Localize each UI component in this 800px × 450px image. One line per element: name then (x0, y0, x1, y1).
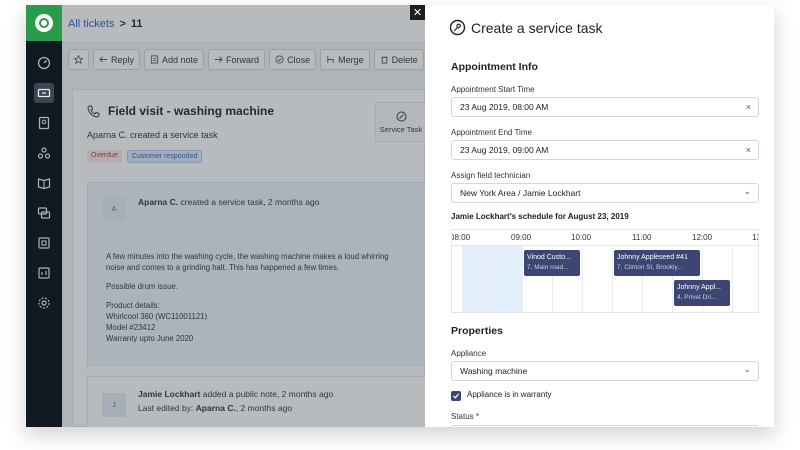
time-tick: 13 (752, 233, 758, 242)
checkmark-icon (453, 393, 459, 399)
schedule-title: Jamie Lockhart's schedule for August 23,… (451, 212, 629, 221)
appointment-info-heading: Appointment Info (451, 61, 538, 73)
end-time-value: 23 Aug 2019, 09:00 AM (460, 145, 549, 155)
required-marker: * (475, 412, 480, 421)
status-label-text: Status (451, 412, 474, 421)
modal-backdrop[interactable] (62, 5, 425, 427)
time-tick: 09:00 (511, 233, 532, 242)
contacts-icon[interactable] (34, 113, 54, 133)
technician-select[interactable]: New York Area / Jamie Lockhart ⌄ (451, 183, 759, 203)
appliance-select[interactable]: Washing machine ⌄ (451, 361, 759, 381)
end-time-label: Appointment End Time (451, 128, 532, 137)
status-select[interactable] (451, 425, 759, 427)
start-time-field[interactable]: 23 Aug 2019, 08:00 AM × (451, 97, 759, 117)
appointment-address: 7, Clinton St, Brookly... (617, 264, 683, 271)
settings-icon[interactable] (34, 293, 54, 313)
knowledge-base-icon[interactable] (34, 173, 54, 193)
service-task-panel: Create a service task Appointment Info A… (425, 5, 774, 427)
time-tick: 08:00 (451, 233, 471, 242)
properties-heading: Properties (451, 325, 503, 337)
reports-icon[interactable] (34, 263, 54, 283)
sidebar (26, 5, 62, 427)
appointment-title: Johnny Appleseed #41 (617, 254, 688, 261)
clear-icon[interactable]: × (746, 145, 751, 155)
appointment-block[interactable]: Vinod Custo... 7, Main road... (524, 250, 580, 276)
panel-title-text: Create a service task (471, 19, 603, 36)
grid-line (522, 246, 523, 312)
schedule-timeline: 08:00 09:00 10:00 11:00 12:00 13 (451, 230, 758, 246)
headset-icon (35, 14, 53, 32)
time-tick: 10:00 (571, 233, 592, 242)
app-logo[interactable] (26, 5, 62, 41)
tickets-icon[interactable] (34, 83, 54, 103)
clear-icon[interactable]: × (746, 102, 751, 112)
service-task-icon (449, 19, 466, 36)
appointment-address: 4, Privet Dri... (677, 294, 717, 301)
technician-label: Assign field technician (451, 171, 531, 180)
status-label: Status * (451, 412, 479, 421)
time-tick: 12:00 (692, 233, 713, 242)
warranty-checkbox[interactable] (451, 391, 461, 401)
appliance-label: Appliance (451, 349, 487, 358)
appointment-title: Vinod Custo... (527, 254, 571, 261)
technician-value: New York Area / Jamie Lockhart (460, 188, 581, 198)
dashboard-icon[interactable] (34, 53, 54, 73)
integrations-icon[interactable] (34, 233, 54, 253)
close-panel-button[interactable]: ✕ (410, 5, 425, 20)
start-time-label: Appointment Start Time (451, 85, 535, 94)
warranty-checkbox-label[interactable]: Appliance is in warranty (467, 390, 551, 399)
app-window: All tickets > 11 Reply Add note Forward (26, 5, 774, 427)
chat-icon[interactable] (34, 203, 54, 223)
chevron-down-icon: ⌄ (743, 186, 751, 196)
appliance-value: Washing machine (460, 366, 528, 376)
grid-line (492, 246, 493, 312)
time-tick: 11:00 (632, 233, 652, 242)
appointment-title: Johnny Appl... (677, 284, 721, 291)
grid-line (582, 246, 583, 312)
grid-line (462, 246, 463, 312)
technician-schedule[interactable]: 08:00 09:00 10:00 11:00 12:00 13 Vinod C… (451, 229, 759, 313)
chevron-down-icon: ⌄ (743, 364, 751, 374)
appointment-block[interactable]: Johnny Appl... 4, Privet Dri... (674, 280, 730, 306)
start-time-value: 23 Aug 2019, 08:00 AM (460, 102, 549, 112)
appointment-block[interactable]: Johnny Appleseed #41 7, Clinton St, Broo… (614, 250, 700, 276)
grid-line (612, 246, 613, 312)
appointment-address: 7, Main road... (527, 264, 569, 271)
groups-icon[interactable] (34, 143, 54, 163)
end-time-field[interactable]: 23 Aug 2019, 09:00 AM × (451, 140, 759, 160)
grid-line (732, 246, 733, 312)
panel-title: Create a service task (449, 19, 603, 36)
